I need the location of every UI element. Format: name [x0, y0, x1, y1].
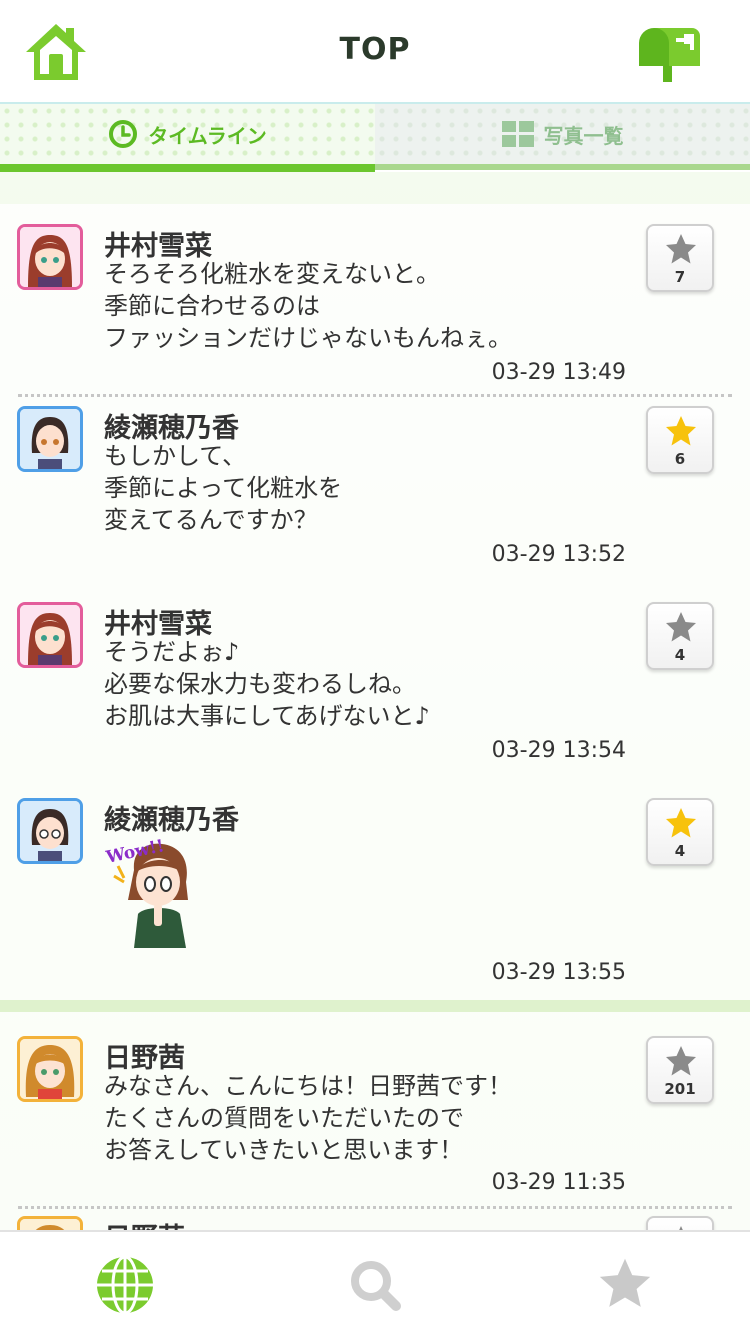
favorite-button[interactable]: 4 — [646, 602, 714, 670]
post-divider — [18, 394, 732, 397]
post-message: もしかして、 季節によって化粧水を 変えてるんですか？ — [104, 442, 343, 534]
avatar[interactable] — [17, 1036, 83, 1102]
post-author: 綾瀬穂乃香 — [104, 805, 239, 836]
clock-icon — [108, 119, 138, 149]
star-icon — [666, 416, 696, 446]
star-icon — [666, 808, 696, 838]
avatar[interactable] — [17, 1216, 83, 1230]
post-divider — [18, 1206, 732, 1209]
timeline-feed[interactable]: 井村雪菜 そろそろ化粧水を変えないと。 季節に合わせるのは ファッションだけじゃ… — [0, 172, 750, 1230]
nav-search-button[interactable] — [340, 1250, 410, 1320]
bottom-navigation — [0, 1230, 750, 1336]
favorite-count: 201 — [664, 1080, 696, 1098]
post-timestamp: 03-29 11:35 — [491, 1170, 626, 1195]
star-icon — [666, 1046, 696, 1076]
post-timestamp: 03-29 13:52 — [491, 542, 626, 567]
search-icon — [351, 1261, 401, 1311]
favorite-count: 4 — [674, 646, 686, 664]
post-author: 日野茜 — [104, 1216, 185, 1230]
post-timestamp: 03-29 13:49 — [491, 360, 626, 385]
favorite-button[interactable]: 6 — [646, 406, 714, 474]
nav-timeline-button[interactable] — [90, 1250, 160, 1320]
globe-icon — [97, 1255, 153, 1315]
star-icon — [599, 1258, 651, 1307]
avatar[interactable] — [17, 798, 83, 864]
group-separator — [0, 1000, 750, 1012]
favorite-button[interactable]: 201 — [646, 1036, 714, 1104]
favorite-count: 4 — [674, 842, 686, 860]
app-header: TOP — [0, 0, 750, 104]
tab-photo-list-label: 写真一覧 — [543, 123, 624, 148]
tab-timeline[interactable]: タイムライン — [0, 104, 375, 172]
avatar[interactable] — [17, 224, 83, 290]
tab-photo-list[interactable]: 写真一覧 — [375, 104, 750, 170]
favorite-button[interactable]: 7 — [646, 224, 714, 292]
post-message: そうだよぉ♪ 必要な保水力も変わるしね。 お肌は大事にしてあげないと♪ — [104, 638, 430, 730]
sticker-image[interactable]: Wow!! — [104, 836, 204, 948]
star-icon — [666, 234, 696, 264]
post-timestamp: 03-29 13:54 — [491, 738, 626, 763]
favorite-button[interactable]: 4 — [646, 798, 714, 866]
favorite-count: 6 — [674, 450, 686, 468]
post-message: そろそろ化粧水を変えないと。 季節に合わせるのは ファッションだけじゃないもんね… — [104, 260, 512, 352]
mailbox-icon — [639, 28, 700, 82]
nav-favorites-button[interactable] — [590, 1250, 660, 1320]
star-icon — [666, 612, 696, 642]
post-message: みなさん、こんにちは！日野茜です！ たくさんの質問をいただいたので お答えしてい… — [104, 1072, 512, 1164]
avatar[interactable] — [17, 602, 83, 668]
tab-bar: タイムライン 写真一覧 — [0, 104, 750, 172]
avatar[interactable] — [17, 406, 83, 472]
favorite-button[interactable] — [646, 1216, 714, 1230]
grid-icon — [501, 121, 534, 147]
mailbox-button[interactable] — [636, 24, 702, 84]
post-timestamp: 03-29 13:55 — [491, 960, 626, 985]
tab-timeline-label: タイムライン — [148, 123, 267, 148]
favorite-count: 7 — [674, 268, 686, 286]
